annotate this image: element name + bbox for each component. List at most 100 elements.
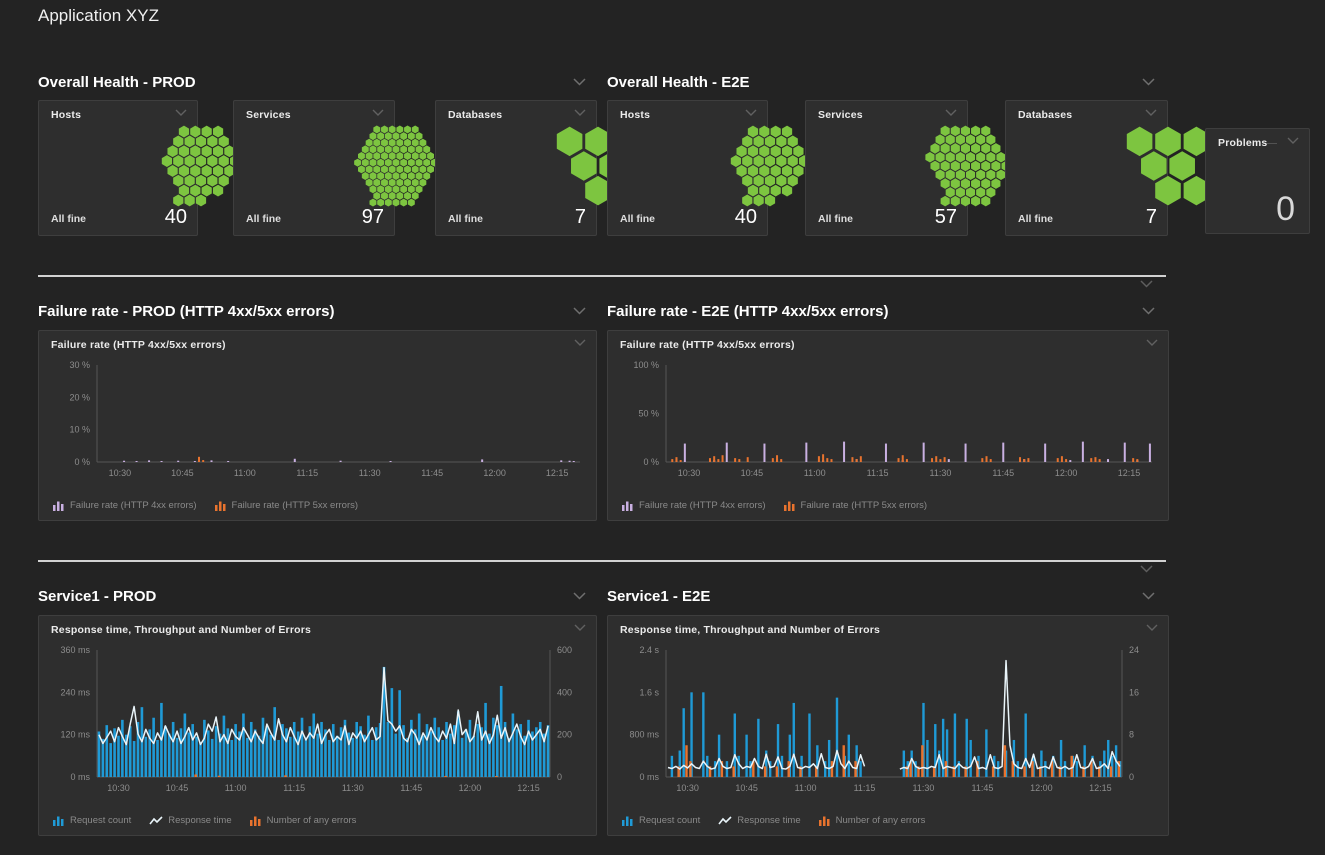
line-series-icon: [718, 816, 732, 826]
svg-text:8: 8: [1129, 730, 1134, 740]
svg-text:10:45: 10:45: [741, 468, 764, 478]
svg-text:11:30: 11:30: [929, 468, 951, 478]
chevron-down-icon[interactable]: [1142, 78, 1155, 86]
problems-tile[interactable]: Problems 0: [1205, 128, 1310, 234]
health-tile-services-e2e[interactable]: Services All fine 57: [805, 100, 968, 236]
svg-text:11:15: 11:15: [854, 783, 876, 793]
chevron-down-icon[interactable]: [573, 78, 586, 86]
chevron-down-icon[interactable]: [1142, 307, 1155, 315]
svg-text:11:45: 11:45: [400, 783, 422, 793]
legend-label: Response time: [737, 815, 800, 826]
health-tile-services-prod[interactable]: Services All fine 97: [233, 100, 395, 236]
dashboard-title: Application XYZ: [38, 6, 159, 26]
tile-title: Problems: [1218, 137, 1267, 149]
tile-footer: All fine 7: [1018, 206, 1157, 229]
failure-rate-e2e-chart[interactable]: 0 %50 %100 %10:3010:4511:0011:1511:3011:…: [608, 355, 1168, 484]
tile-title: Databases: [448, 109, 502, 121]
chart-legend: Failure rate (HTTP 4xx errors)Failure ra…: [53, 500, 358, 511]
svg-text:800 ms: 800 ms: [629, 730, 659, 740]
svg-text:11:45: 11:45: [992, 468, 1014, 478]
chevron-down-icon[interactable]: [1142, 592, 1155, 600]
svg-text:12:15: 12:15: [546, 468, 569, 478]
bar-series-icon: [250, 816, 262, 826]
health-tile-hosts-prod[interactable]: Hosts All fine 40: [38, 100, 198, 236]
tile-header: Services: [234, 101, 394, 127]
section-divider: [38, 275, 1166, 277]
tile-header: Services: [806, 101, 967, 127]
health-tile-hosts-e2e[interactable]: Hosts All fine 40: [607, 100, 768, 236]
chart-tile-failure-prod[interactable]: Failure rate (HTTP 4xx/5xx errors) 0 %10…: [38, 330, 597, 521]
svg-text:12:15: 12:15: [517, 783, 540, 793]
legend-item: Number of any errors: [819, 815, 926, 826]
chart-title: Response time, Throughput and Number of …: [620, 624, 880, 636]
section-divider: [38, 560, 1166, 562]
count-value: 40: [735, 206, 757, 229]
svg-text:11:30: 11:30: [913, 783, 935, 793]
chevron-down-icon[interactable]: [1140, 280, 1153, 288]
chevron-down-icon[interactable]: [1146, 339, 1158, 346]
chart-tile-service-e2e[interactable]: Response time, Throughput and Number of …: [607, 615, 1169, 836]
svg-text:100 %: 100 %: [633, 360, 659, 370]
chevron-down-icon[interactable]: [175, 109, 187, 116]
chevron-down-icon[interactable]: [574, 339, 586, 346]
svg-text:20 %: 20 %: [69, 392, 90, 402]
svg-text:12:15: 12:15: [1118, 468, 1141, 478]
chevron-down-icon[interactable]: [1287, 137, 1299, 144]
chevron-down-icon[interactable]: [574, 109, 586, 116]
legend-item: Number of any errors: [250, 815, 357, 826]
chart-title: Failure rate (HTTP 4xx/5xx errors): [620, 339, 795, 351]
chevron-down-icon[interactable]: [1146, 624, 1158, 631]
bar-series-icon: [622, 816, 634, 826]
svg-text:11:15: 11:15: [296, 468, 318, 478]
health-tile-databases-e2e[interactable]: Databases All fine 7: [1005, 100, 1168, 236]
svg-text:10:45: 10:45: [735, 783, 758, 793]
section-overall-prod: Overall Health - PROD: [38, 71, 586, 93]
service1-prod-chart[interactable]: 0 ms120 ms240 ms360 ms020040060010:3010:…: [39, 640, 596, 799]
svg-text:360 ms: 360 ms: [60, 645, 90, 655]
count-value: 40: [165, 206, 187, 229]
chart-legend: Request countResponse timeNumber of any …: [622, 815, 925, 826]
section-title: Service1 - PROD: [38, 588, 156, 605]
chevron-down-icon[interactable]: [574, 624, 586, 631]
failure-rate-prod-chart[interactable]: 0 %10 %20 %30 %10:3010:4511:0011:1511:30…: [39, 355, 596, 484]
chart-tile-failure-e2e[interactable]: Failure rate (HTTP 4xx/5xx errors) 0 %50…: [607, 330, 1169, 521]
tile-header: Failure rate (HTTP 4xx/5xx errors): [608, 331, 1168, 357]
svg-text:0 ms: 0 ms: [70, 772, 90, 782]
chart-title: Response time, Throughput and Number of …: [51, 624, 311, 636]
chevron-down-icon[interactable]: [745, 109, 757, 116]
legend-item: Request count: [53, 815, 131, 826]
tile-header: Response time, Throughput and Number of …: [608, 616, 1168, 642]
svg-text:10:30: 10:30: [676, 783, 699, 793]
svg-text:600: 600: [557, 645, 572, 655]
health-tile-databases-prod[interactable]: Databases All fine 7: [435, 100, 597, 236]
svg-text:120 ms: 120 ms: [60, 730, 90, 740]
section-title: Overall Health - E2E: [607, 74, 750, 91]
svg-text:11:00: 11:00: [804, 468, 826, 478]
svg-text:10:30: 10:30: [678, 468, 701, 478]
svg-text:10:30: 10:30: [107, 783, 130, 793]
tile-header: Problems: [1206, 129, 1309, 155]
dashboard: Application XYZ Overall Health - PROD Ov…: [0, 0, 1325, 855]
tile-title: Services: [818, 109, 863, 121]
chevron-down-icon[interactable]: [573, 592, 586, 600]
count-value: 97: [362, 206, 384, 229]
svg-text:11:15: 11:15: [867, 468, 889, 478]
tile-footer: All fine 40: [620, 206, 757, 229]
chevron-down-icon[interactable]: [945, 109, 957, 116]
tile-header: Response time, Throughput and Number of …: [39, 616, 596, 642]
chevron-down-icon[interactable]: [573, 307, 586, 315]
svg-text:12:00: 12:00: [1030, 783, 1053, 793]
chevron-down-icon[interactable]: [372, 109, 384, 116]
chevron-down-icon[interactable]: [1145, 109, 1157, 116]
chevron-down-icon[interactable]: [1140, 565, 1153, 573]
status-text: All fine: [1018, 213, 1053, 229]
service1-e2e-chart[interactable]: 0 ms800 ms1.6 s2.4 s08162410:3010:4511:0…: [608, 640, 1168, 799]
tile-header: Hosts: [608, 101, 767, 127]
section-title: Service1 - E2E: [607, 588, 710, 605]
legend-label: Failure rate (HTTP 5xx errors): [801, 500, 928, 511]
count-value: 7: [1146, 206, 1157, 229]
status-text: All fine: [448, 213, 483, 229]
svg-text:0 %: 0 %: [643, 457, 659, 467]
svg-text:11:15: 11:15: [283, 783, 305, 793]
chart-tile-service-prod[interactable]: Response time, Throughput and Number of …: [38, 615, 597, 836]
